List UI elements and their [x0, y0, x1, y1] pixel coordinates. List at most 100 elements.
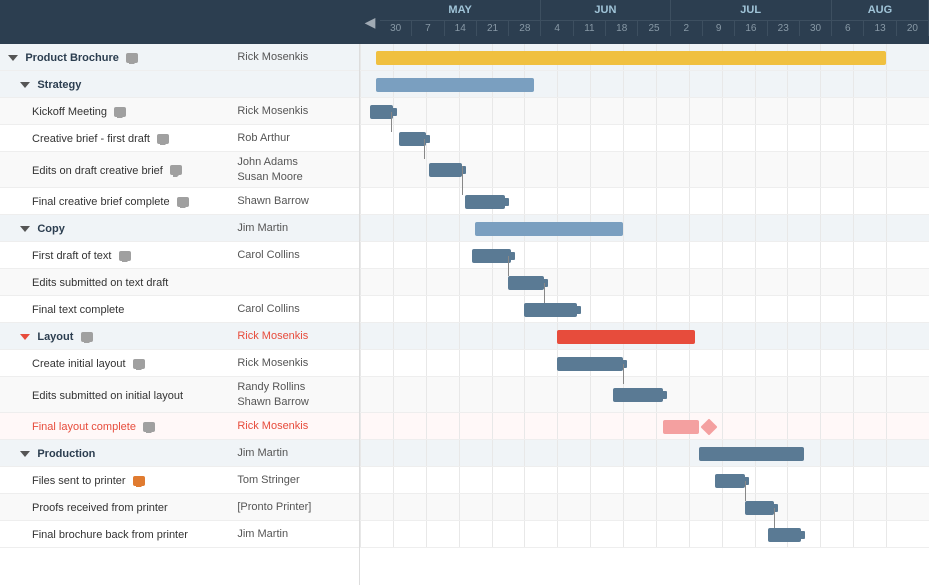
chat-icon-product-brochure[interactable]	[126, 53, 138, 63]
resp-final-text: Carol Collins	[229, 303, 359, 315]
resp-copy: Jim Martin	[229, 222, 359, 234]
task-col-layout: Layout	[0, 329, 229, 343]
week-9: 9	[703, 21, 735, 36]
task-name-production: Production	[37, 448, 95, 460]
resp-final-brochure: Jim Martin	[229, 528, 359, 540]
collapse-icon-strategy[interactable]	[20, 82, 30, 88]
gantt-bar	[663, 420, 699, 434]
chat-icon-kickoff[interactable]	[114, 107, 126, 117]
row-create-layout: Create initial layout Rick Mosenkis	[0, 350, 359, 377]
task-name-edits-text: Edits submitted on text draft	[8, 277, 168, 289]
week-30: 30	[380, 21, 412, 36]
task-name-files-printer: Files sent to printer	[8, 475, 126, 487]
week-row: 30 7 14 21 28 4 11 18 25 2 9 16 23 30 6 …	[380, 21, 929, 36]
task-col-copy: Copy	[0, 221, 229, 235]
task-name-kickoff: Kickoff Meeting	[8, 106, 107, 118]
row-final-creative: Final creative brief complete Shawn Barr…	[0, 188, 359, 215]
task-col-final-brochure: Final brochure back from printer	[0, 527, 229, 541]
week-21: 21	[477, 21, 509, 36]
week-13: 13	[864, 21, 896, 36]
chat-icon-create-layout[interactable]	[133, 359, 145, 369]
collapse-icon-copy[interactable]	[20, 226, 30, 232]
resp-creative-brief: Rob Arthur	[229, 132, 359, 144]
month-may: MAY	[380, 0, 541, 20]
task-name-final-creative: Final creative brief complete	[8, 196, 170, 208]
week-30b: 30	[800, 21, 832, 36]
resp-final-layout: Rick Mosenkis	[229, 420, 359, 432]
collapse-icon-product-brochure[interactable]	[8, 55, 18, 61]
chat-icon-files-printer[interactable]	[133, 476, 145, 486]
bar-connector	[659, 391, 667, 399]
resp-first-draft-text: Carol Collins	[229, 249, 359, 261]
connector-line	[623, 364, 624, 384]
connector-line	[391, 112, 392, 132]
row-final-brochure: Final brochure back from printer Jim Mar…	[0, 521, 359, 548]
task-col-product-brochure: Product Brochure	[0, 50, 229, 64]
collapse-icon-layout[interactable]	[20, 334, 30, 340]
task-col-edits-text: Edits submitted on text draft	[0, 275, 229, 289]
connector-line	[462, 166, 463, 195]
header-left	[0, 0, 360, 44]
gantt-header: ◀ MAY JUN JUL AUG 30 7 14 21 28 4 11 18 …	[0, 0, 929, 44]
bar-connector	[389, 108, 397, 116]
gantt-bar	[557, 357, 623, 371]
bar-connector	[797, 531, 805, 539]
week-25: 25	[638, 21, 670, 36]
nav-back-button[interactable]: ◀	[360, 0, 380, 44]
gantt-bar	[472, 249, 511, 263]
week-2: 2	[671, 21, 703, 36]
week-7: 7	[412, 21, 444, 36]
month-jul: JUL	[671, 0, 832, 20]
resp-proofs: [Pronto Printer]	[229, 501, 359, 513]
task-name-creative-brief: Creative brief - first draft	[8, 133, 150, 145]
resp-final-creative: Shawn Barrow	[229, 195, 359, 207]
chat-icon-final-layout[interactable]	[143, 422, 155, 432]
row-files-printer: Files sent to printer Tom Stringer	[0, 467, 359, 494]
resp-files-printer: Tom Stringer	[229, 474, 359, 486]
task-name-product-brochure: Product Brochure	[25, 52, 119, 64]
gantt-bar	[429, 163, 462, 177]
chat-icon-layout[interactable]	[81, 332, 93, 342]
row-proofs: Proofs received from printer [Pronto Pri…	[0, 494, 359, 521]
connector-line	[544, 283, 545, 303]
gantt-bar	[613, 388, 662, 402]
row-product-brochure: Product Brochure Rick Mosenkis	[0, 44, 359, 71]
resp-create-layout: Rick Mosenkis	[229, 357, 359, 369]
task-col-create-layout: Create initial layout	[0, 356, 229, 370]
month-jun: JUN	[541, 0, 670, 20]
resp-layout: Rick Mosenkis	[229, 330, 359, 342]
chat-icon-edits-draft[interactable]	[170, 165, 182, 175]
chat-icon-creative-brief[interactable]	[157, 134, 169, 144]
task-name-final-brochure: Final brochure back from printer	[8, 529, 188, 541]
task-name-edits-draft: Edits on draft creative brief	[8, 165, 163, 177]
row-final-text: Final text complete Carol Collins	[0, 296, 359, 323]
header-timeline: MAY JUN JUL AUG 30 7 14 21 28 4 11 18 25…	[380, 0, 929, 44]
task-col-final-creative: Final creative brief complete	[0, 194, 229, 208]
resp-product-brochure: Rick Mosenkis	[229, 51, 359, 63]
row-edits-layout: Edits submitted on initial layout Randy …	[0, 377, 359, 413]
week-28: 28	[509, 21, 541, 36]
task-name-proofs: Proofs received from printer	[8, 502, 168, 514]
bar-connector	[422, 135, 430, 143]
chat-icon-first-draft-text[interactable]	[119, 251, 131, 261]
task-name-edits-layout: Edits submitted on initial layout	[8, 390, 183, 402]
task-col-final-layout: Final layout complete	[0, 419, 229, 433]
connector-line	[508, 256, 509, 276]
collapse-icon-production[interactable]	[20, 451, 30, 457]
task-col-files-printer: Files sent to printer	[0, 473, 229, 487]
connector-line	[424, 139, 425, 159]
week-14: 14	[445, 21, 477, 36]
gantt-bar	[376, 51, 886, 65]
row-kickoff: Kickoff Meeting Rick Mosenkis	[0, 98, 359, 125]
week-11: 11	[574, 21, 606, 36]
row-copy: Copy Jim Martin	[0, 215, 359, 242]
resp-edits-draft: John AdamsSusan Moore	[229, 155, 359, 184]
month-aug: AUG	[832, 0, 929, 20]
row-creative-brief: Creative brief - first draft Rob Arthur	[0, 125, 359, 152]
gantt-container: ◀ MAY JUN JUL AUG 30 7 14 21 28 4 11 18 …	[0, 0, 929, 585]
bar-connector	[573, 306, 581, 314]
chat-icon-final-creative[interactable]	[177, 197, 189, 207]
gantt-bar	[524, 303, 577, 317]
task-name-strategy: Strategy	[37, 79, 81, 91]
gantt-bar	[768, 528, 801, 542]
